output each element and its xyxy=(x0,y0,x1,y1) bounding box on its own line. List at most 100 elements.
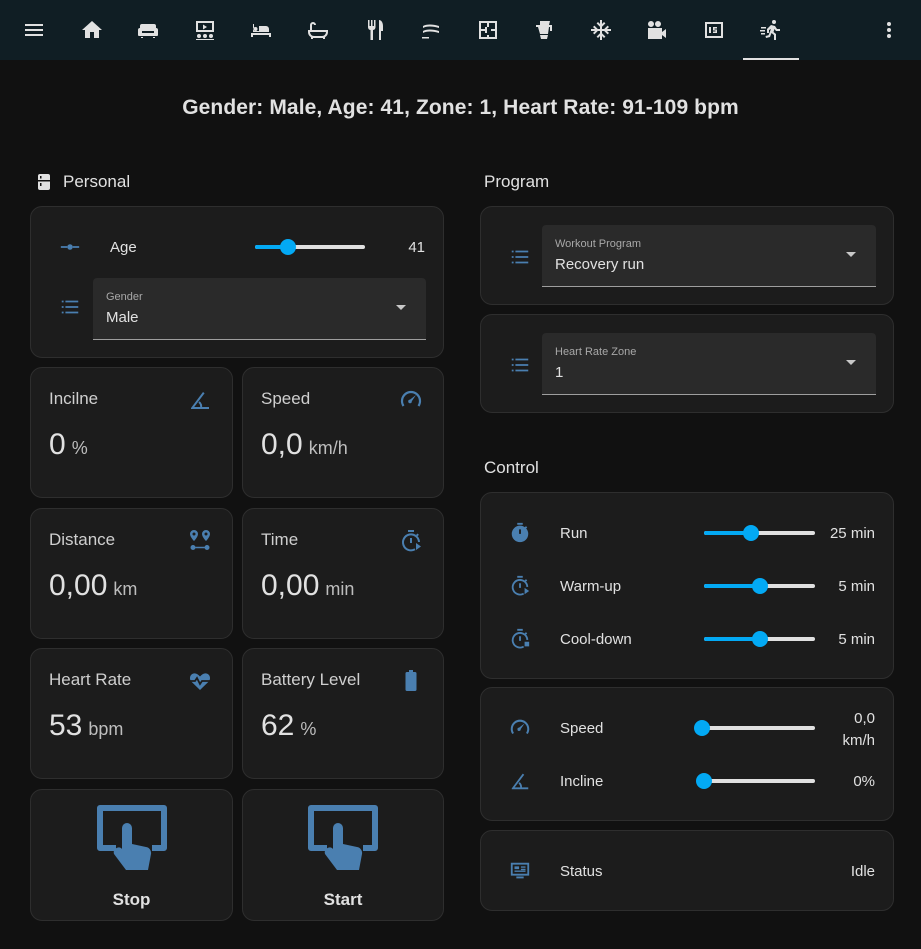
tab-cameras[interactable] xyxy=(632,0,682,60)
overflow-menu-button[interactable] xyxy=(864,0,914,60)
gender-select-value: Male xyxy=(106,309,139,326)
run-slider-knob[interactable] xyxy=(742,525,759,541)
counter-icon xyxy=(705,22,723,38)
speed-incline-card: Speed 0,0 km/h Incline 0% xyxy=(480,687,894,821)
tab-living-room[interactable] xyxy=(123,0,173,60)
tile-heart-rate-number: 53 xyxy=(49,709,83,742)
status-value: Idle xyxy=(850,862,875,880)
tile-incline-value: 0% xyxy=(49,428,88,462)
tile-battery[interactable]: Battery Level 62% xyxy=(242,648,444,779)
incline-row: Incline 0% xyxy=(481,769,893,793)
control-title-text: Control xyxy=(484,458,539,477)
status-row: Status Idle xyxy=(481,859,893,883)
speed-slider[interactable] xyxy=(694,720,815,736)
age-value: 41 xyxy=(408,238,425,256)
incline-slider[interactable] xyxy=(696,773,815,789)
tab-bathroom[interactable] xyxy=(293,0,343,60)
home-icon xyxy=(82,21,102,38)
tile-time[interactable]: Time 0,00 min xyxy=(242,508,444,639)
heart-pulse-icon xyxy=(188,669,212,693)
heart-rate-zone-label: Heart Rate Zone xyxy=(555,346,637,358)
hvac-icon xyxy=(591,20,611,40)
timer-stop-icon xyxy=(509,628,531,650)
workout-program-label: Workout Program xyxy=(555,238,641,250)
timer-icon xyxy=(509,522,531,544)
gender-select-label: Gender xyxy=(106,291,143,303)
gender-select[interactable]: Gender Male xyxy=(93,278,426,340)
tile-distance-name: Distance xyxy=(49,530,116,549)
age-slider[interactable] xyxy=(255,239,365,255)
tile-speed[interactable]: Speed 0,0 km/h xyxy=(242,367,444,498)
warmup-slider[interactable] xyxy=(704,578,815,594)
program-section-title: Program xyxy=(484,172,549,192)
tile-time-name: Time xyxy=(261,530,299,549)
age-label: Age xyxy=(110,238,137,256)
tile-distance[interactable]: Distance 0,00 km xyxy=(30,508,233,639)
warmup-slider-knob[interactable] xyxy=(751,578,768,594)
tab-floorplan[interactable] xyxy=(463,0,513,60)
angle-icon xyxy=(188,388,212,412)
workout-program-select[interactable]: Workout Program Recovery run xyxy=(542,225,876,287)
tile-speed-value: 0,0 km/h xyxy=(261,428,348,462)
tab-treadmill[interactable] xyxy=(743,0,799,60)
battery-icon xyxy=(399,669,423,693)
map-marker-distance-icon xyxy=(188,529,212,553)
stop-button-label: Stop xyxy=(112,890,151,909)
speed-row: Speed 0,0 km/h xyxy=(481,710,893,749)
tab-climate[interactable] xyxy=(576,0,626,60)
bathtub-icon xyxy=(308,22,328,39)
personal-card: Age 41 Gender Male xyxy=(30,206,444,358)
incline-slider-knob[interactable] xyxy=(696,773,713,789)
kettle-icon xyxy=(536,21,552,39)
tile-battery-number: 62 xyxy=(261,709,295,742)
cooldown-label: Cool-down xyxy=(560,630,632,648)
speed-slider-knob[interactable] xyxy=(694,720,710,736)
monitor-dashboard-icon xyxy=(509,860,531,882)
speedometer-icon xyxy=(509,717,531,739)
tile-heart-rate-name: Heart Rate xyxy=(49,670,132,689)
menu-button[interactable] xyxy=(9,0,59,60)
list-icon xyxy=(509,354,531,376)
tab-dining[interactable] xyxy=(350,0,400,60)
speedometer-icon xyxy=(399,388,423,412)
control-section-title: Control xyxy=(484,458,539,478)
tab-bedroom[interactable] xyxy=(236,0,286,60)
durations-card: Run 25 min Warm-up 5 min Cool-down 5 min xyxy=(480,492,894,679)
tile-heart-rate[interactable]: Heart Rate 53 bpm xyxy=(30,648,233,779)
timer-play-icon xyxy=(509,575,531,597)
run-value: 25 min xyxy=(829,524,875,542)
fridge-icon xyxy=(38,174,50,190)
age-slider-knob[interactable] xyxy=(280,239,296,255)
heart-rate-zone-select[interactable]: Heart Rate Zone 1 xyxy=(542,333,876,395)
tile-incline-unit: % xyxy=(71,438,88,458)
tile-incline-number: 0 xyxy=(49,428,66,461)
start-button[interactable]: Start xyxy=(242,789,444,921)
tile-speed-number: 0,0 xyxy=(261,428,303,461)
age-row: Age 41 xyxy=(31,235,443,259)
cooldown-slider-knob[interactable] xyxy=(751,631,768,647)
run-label: Run xyxy=(560,524,588,542)
tab-theater[interactable] xyxy=(180,0,230,60)
cooldown-row: Cool-down 5 min xyxy=(481,627,893,651)
tile-battery-value: 62% xyxy=(261,709,316,743)
tile-time-number: 0,00 xyxy=(261,569,320,602)
floorplan-icon xyxy=(479,21,497,39)
workout-program-value: Recovery run xyxy=(555,256,645,273)
incline-value: 0% xyxy=(853,772,875,790)
cooldown-slider[interactable] xyxy=(704,631,815,647)
tile-incline[interactable]: Incilne 0% xyxy=(30,367,233,498)
gesture-tap-icon xyxy=(308,805,378,870)
tab-home[interactable] xyxy=(67,0,117,60)
stop-button[interactable]: Stop xyxy=(30,789,233,921)
run-slider[interactable] xyxy=(704,525,815,541)
heart-rate-zone-card: Heart Rate Zone 1 xyxy=(480,314,894,413)
caret-down-icon xyxy=(846,360,856,365)
tile-distance-value: 0,00 km xyxy=(49,569,137,603)
tab-energy[interactable] xyxy=(689,0,739,60)
speed-value-unit: km/h xyxy=(842,732,875,749)
tab-heating[interactable] xyxy=(406,0,456,60)
tile-battery-name: Battery Level xyxy=(261,670,361,689)
tab-kitchen[interactable] xyxy=(519,0,569,60)
tile-heart-rate-value: 53 bpm xyxy=(49,709,123,743)
start-button-label: Start xyxy=(323,890,363,909)
